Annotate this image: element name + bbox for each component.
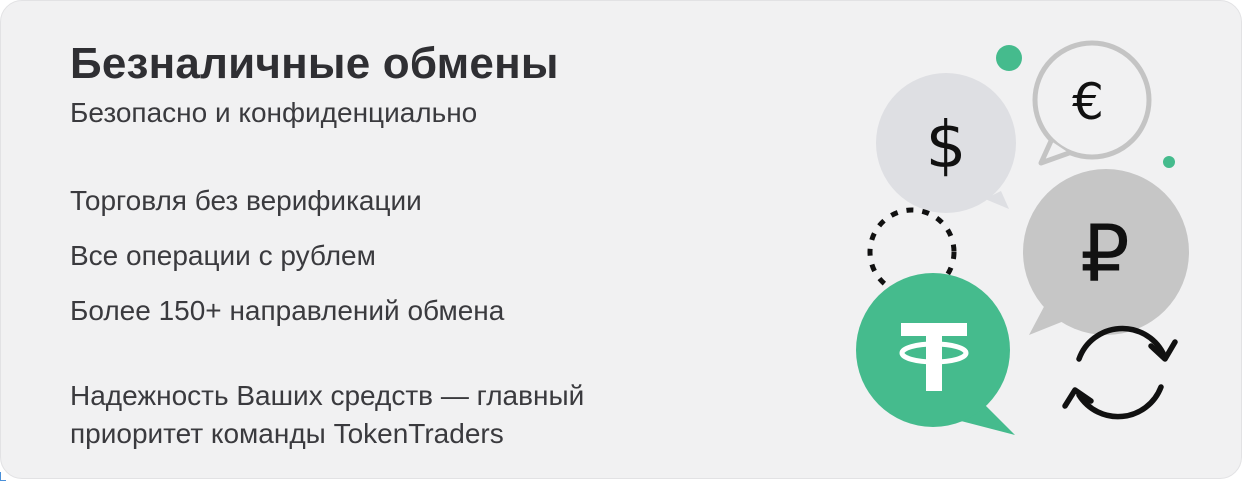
currency-illustration: € $ ₽: [856, 40, 1189, 435]
promo-card: Безналичные обмены Безопасно и конфиденц…: [0, 0, 1242, 479]
feature-no-verification: Торговля без верификации: [70, 185, 422, 216]
dollar-symbol: $: [926, 109, 967, 183]
banner-title: Безналичные обмены: [70, 39, 559, 88]
decor-dot-small: [1163, 156, 1175, 168]
ruble-symbol: ₽: [1080, 210, 1130, 300]
reliability-note: Надежность Ваших средств — главный приор…: [70, 377, 584, 453]
decor-dot-large: [996, 45, 1022, 71]
feature-exchange-directions: Более 150+ направлений обмена: [70, 295, 505, 326]
euro-symbol: €: [1072, 73, 1104, 131]
tether-icon: [856, 273, 1015, 435]
euro-icon: €: [1032, 40, 1152, 166]
reliability-note-line1: Надежность Ваших средств — главный: [70, 380, 585, 411]
ruble-icon: ₽: [1023, 169, 1189, 335]
reliability-note-line2: приоритет команды TokenTraders: [70, 418, 504, 449]
corner-marker: [0, 472, 6, 481]
banner-subtitle: Безопасно и конфиденциально: [70, 97, 478, 128]
exchange-arrows-icon: [1062, 325, 1178, 420]
feature-ruble-operations: Все операции с рублем: [70, 240, 376, 271]
dollar-icon: $: [876, 73, 1016, 213]
